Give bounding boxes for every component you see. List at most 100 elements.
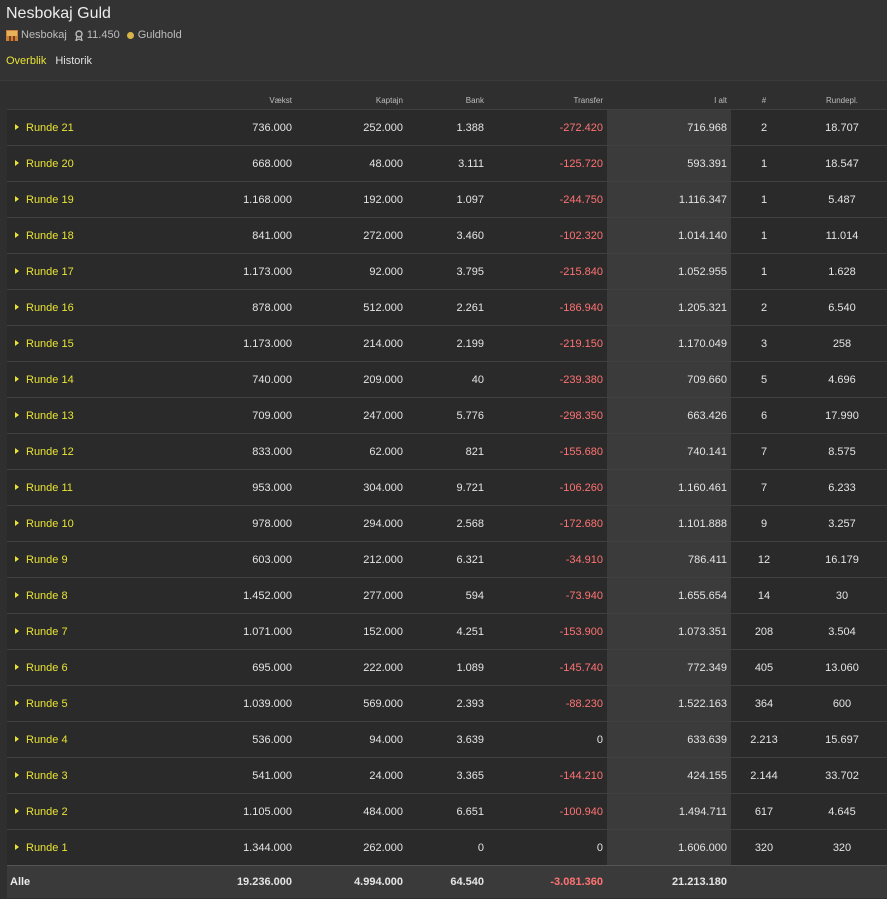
round-name[interactable]: Runde 15 [7, 325, 187, 362]
round-label[interactable]: Runde 14 [26, 374, 74, 386]
round-label[interactable]: Runde 15 [26, 338, 74, 350]
round-row[interactable]: Runde 21 736.000 252.000 1.388 -272.420 716.9… [7, 109, 887, 146]
expand-caret-icon[interactable] [15, 483, 19, 490]
expand-caret-icon[interactable] [15, 771, 19, 778]
round-name[interactable]: Runde 5 [7, 685, 187, 722]
round-row[interactable]: Runde 14 740.000 209.000 40 -239.380 709.660 5… [7, 361, 887, 398]
round-row[interactable]: Runde 15 1.173.000 214.000 2.199 -219.150 1.1… [7, 325, 887, 362]
expand-caret-icon[interactable] [15, 807, 19, 814]
round-label[interactable]: Runde 7 [26, 626, 68, 638]
round-label[interactable]: Runde 17 [26, 266, 74, 278]
round-row[interactable]: Runde 19 1.168.000 192.000 1.097 -244.750 1.1… [7, 181, 887, 218]
round-row[interactable]: Runde 10 978.000 294.000 2.568 -172.680 1.101… [7, 505, 887, 542]
expand-caret-icon[interactable] [15, 411, 19, 418]
header-vaekst[interactable]: Vækst [187, 91, 296, 110]
round-row[interactable]: Runde 3 541.000 24.000 3.365 -144.210 424.155… [7, 757, 887, 794]
round-row[interactable]: Runde 17 1.173.000 92.000 3.795 -215.840 1.05… [7, 253, 887, 290]
round-label[interactable]: Runde 5 [26, 698, 68, 710]
round-label[interactable]: Runde 11 [26, 482, 73, 494]
expand-caret-icon[interactable] [15, 663, 19, 670]
round-label[interactable]: Runde 2 [26, 806, 68, 818]
expand-caret-icon[interactable] [15, 555, 19, 562]
round-row[interactable]: Runde 13 709.000 247.000 5.776 -298.350 663.4… [7, 397, 887, 434]
expand-caret-icon[interactable] [15, 267, 19, 274]
round-row[interactable]: Runde 16 878.000 512.000 2.261 -186.940 1.205… [7, 289, 887, 326]
header-rank[interactable]: # [731, 91, 797, 110]
expand-caret-icon[interactable] [15, 123, 19, 130]
round-label[interactable]: Runde 21 [26, 122, 74, 134]
expand-caret-icon[interactable] [15, 735, 19, 742]
round-row[interactable]: Runde 18 841.000 272.000 3.460 -102.320 1.014… [7, 217, 887, 254]
expand-caret-icon[interactable] [15, 699, 19, 706]
round-label[interactable]: Runde 13 [26, 410, 74, 422]
expand-caret-icon[interactable] [15, 231, 19, 238]
header-bank[interactable]: Bank [407, 91, 488, 110]
round-label[interactable]: Runde 16 [26, 302, 74, 314]
round-row[interactable]: Runde 11 953.000 304.000 9.721 -106.260 1.160… [7, 469, 887, 506]
round-row[interactable]: Runde 20 668.000 48.000 3.111 -125.720 593.39… [7, 145, 887, 182]
expand-caret-icon[interactable] [15, 591, 19, 598]
rounds-table: Vækst Kaptajn Bank Transfer I alt # Rund… [7, 91, 887, 898]
round-name[interactable]: Runde 13 [7, 397, 187, 434]
round-label[interactable]: Runde 18 [26, 230, 74, 242]
round-label[interactable]: Runde 3 [26, 770, 68, 782]
tab-overblik[interactable]: Overblik [6, 55, 46, 67]
round-name[interactable]: Runde 7 [7, 613, 187, 650]
round-name[interactable]: Runde 20 [7, 145, 187, 182]
tab-historik[interactable]: Historik [55, 55, 92, 67]
header-rundepl[interactable]: Rundepl. [797, 91, 887, 110]
round-row[interactable]: Runde 9 603.000 212.000 6.321 -34.910 786.411… [7, 541, 887, 578]
round-name[interactable]: Runde 4 [7, 721, 187, 758]
round-label[interactable]: Runde 19 [26, 194, 74, 206]
round-name[interactable]: Runde 16 [7, 289, 187, 326]
round-name[interactable]: Runde 2 [7, 793, 187, 830]
round-label[interactable]: Runde 9 [26, 554, 68, 566]
cell-kaptajn: 62.000 [296, 433, 407, 470]
round-name[interactable]: Runde 14 [7, 361, 187, 398]
round-name[interactable]: Runde 6 [7, 649, 187, 686]
round-label[interactable]: Runde 8 [26, 590, 68, 602]
round-name[interactable]: Runde 17 [7, 253, 187, 290]
round-row[interactable]: Runde 5 1.039.000 569.000 2.393 -88.230 1.522… [7, 685, 887, 722]
round-row[interactable]: Runde 12 833.000 62.000 821 -155.680 740.141 7… [7, 433, 887, 470]
round-label[interactable]: Runde 20 [26, 158, 74, 170]
expand-caret-icon[interactable] [15, 303, 19, 310]
round-name[interactable]: Runde 19 [7, 181, 187, 218]
round-name[interactable]: Runde 21 [7, 109, 187, 146]
round-name[interactable]: Runde 9 [7, 541, 187, 578]
header-transfer[interactable]: Transfer [488, 91, 607, 110]
round-row[interactable]: Runde 8 1.452.000 277.000 594 -73.940 1.655.6… [7, 577, 887, 614]
cell-ialt: 709.660 [607, 361, 731, 398]
round-name[interactable]: Runde 12 [7, 433, 187, 470]
round-row[interactable]: Runde 7 1.071.000 152.000 4.251 -153.900 1.07… [7, 613, 887, 650]
header-kaptajn[interactable]: Kaptajn [296, 91, 407, 110]
round-name[interactable]: Runde 3 [7, 757, 187, 794]
expand-caret-icon[interactable] [15, 159, 19, 166]
round-label[interactable]: Runde 1 [26, 842, 68, 854]
round-name[interactable]: Runde 8 [7, 577, 187, 614]
round-label[interactable]: Runde 12 [26, 446, 74, 458]
round-name[interactable]: Runde 11 [7, 469, 187, 506]
header-ialt[interactable]: I alt [607, 91, 731, 110]
cell-kaptajn: 222.000 [296, 649, 407, 686]
round-name[interactable]: Runde 1 [7, 829, 187, 866]
round-label[interactable]: Runde 6 [26, 662, 68, 674]
round-row[interactable]: Runde 1 1.344.000 262.000 0 0 1.606.000 320 320 [7, 829, 887, 866]
expand-caret-icon[interactable] [15, 843, 19, 850]
round-row[interactable]: Runde 6 695.000 222.000 1.089 -145.740 772.34… [7, 649, 887, 686]
league-name[interactable]: Guldhold [138, 29, 182, 41]
expand-caret-icon[interactable] [15, 339, 19, 346]
team-name[interactable]: Nesbokaj [21, 29, 67, 41]
expand-caret-icon[interactable] [15, 627, 19, 634]
round-row[interactable]: Runde 4 536.000 94.000 3.639 0 633.639 2.213 15… [7, 721, 887, 758]
round-label[interactable]: Runde 4 [26, 734, 68, 746]
expand-caret-icon[interactable] [15, 195, 19, 202]
round-name[interactable]: Runde 10 [7, 505, 187, 542]
round-name[interactable]: Runde 18 [7, 217, 187, 254]
round-row[interactable]: Runde 2 1.105.000 484.000 6.651 -100.940 1.49… [7, 793, 887, 830]
expand-caret-icon[interactable] [15, 375, 19, 382]
round-label[interactable]: Runde 10 [26, 518, 74, 530]
expand-caret-icon[interactable] [15, 447, 19, 454]
cell-transfer: -272.420 [488, 109, 607, 146]
expand-caret-icon[interactable] [15, 519, 19, 526]
